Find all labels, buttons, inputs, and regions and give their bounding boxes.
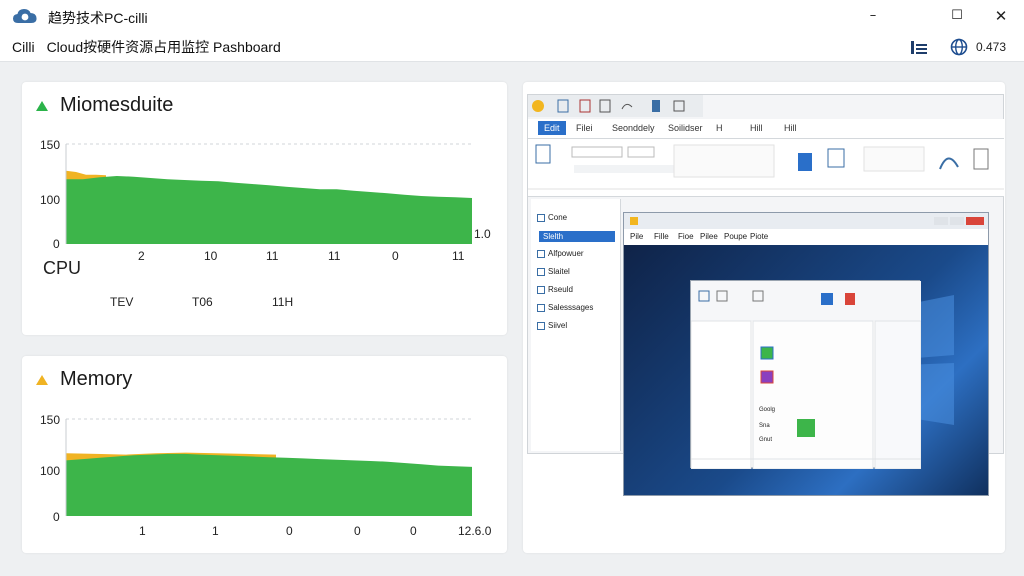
memory-x-tick: 1 — [212, 524, 219, 538]
maximize-button[interactable]: ☐ — [942, 4, 972, 28]
title-bar: 趋势技术PC-cilli – ☐ ✕ — [0, 0, 1024, 32]
nested-dialog: Goolg Sna Gnut — [690, 280, 922, 470]
inner-window-tabs: Pile Fille Fioe Pilee Poupe Piote — [624, 229, 988, 245]
folder-icon — [537, 267, 545, 276]
inner-tab[interactable]: Pilee — [700, 232, 718, 241]
inner-tab[interactable]: Piote — [750, 232, 768, 241]
cpu-axis-label: CPU — [43, 258, 82, 278]
cpu-y-tick: 150 — [40, 138, 61, 152]
memory-x-tick: 0 — [286, 524, 293, 538]
ribbon-tab[interactable]: Hill — [750, 123, 763, 133]
memory-y-tick: 0 — [53, 510, 60, 524]
memory-x-tick: 0 — [354, 524, 361, 538]
memory-card: Memory 150 100 0 1 1 0 0 0 12.6.0 — [22, 356, 507, 553]
folder-icon — [537, 249, 545, 258]
page-title-main: Cloud按硬件资源占用监控 Pashboard — [46, 39, 281, 55]
folder-icon — [537, 303, 545, 312]
inner-tab[interactable]: Fioe — [678, 232, 694, 241]
nav-item[interactable]: Salesssages — [537, 303, 593, 312]
header-value: 0.473 — [976, 40, 1007, 54]
cpu-x-tick: 0 — [392, 249, 399, 263]
cpu-sub-label: 11H — [272, 295, 294, 309]
cpu-chart — [65, 143, 472, 244]
cpu-x-tick: 11 — [266, 249, 279, 263]
cpu-x-tick: 10 — [204, 249, 218, 263]
cpu-x-tick: 11 — [452, 249, 465, 263]
folder-icon — [537, 321, 545, 330]
cpu-sub-label: T06 — [192, 295, 213, 309]
ribbon-tab[interactable]: H — [716, 123, 723, 133]
ribbon-tab[interactable]: Soilidser — [668, 123, 703, 133]
ribbon-tab[interactable]: Seonddely — [612, 123, 655, 133]
nav-item[interactable]: Alfpowuer — [537, 249, 584, 258]
folder-icon — [537, 213, 545, 222]
bar-chart-icon[interactable] — [910, 39, 928, 55]
ribbon-toolbar — [528, 139, 1004, 197]
page-title: Cilli Cloud按硬件资源占用监控 Pashboard — [12, 37, 281, 57]
cpu-x-tick: 11 — [328, 249, 341, 263]
quick-access-toolbar — [528, 95, 703, 117]
close-button[interactable]: ✕ — [986, 4, 1016, 28]
nav-item[interactable]: Cone — [537, 213, 567, 222]
ribbon-tab[interactable]: Hill — [784, 123, 797, 133]
dialog-contents — [690, 281, 922, 470]
page-title-prefix: Cilli — [12, 39, 35, 55]
inner-window-titlebar — [624, 213, 988, 229]
folder-icon — [537, 285, 545, 294]
memory-area-series-1 — [66, 453, 472, 516]
cpu-area-series-1 — [66, 176, 472, 244]
inner-tab[interactable]: Poupe — [724, 232, 747, 241]
cpu-card: Miomesduite 150 100 0 2 10 11 11 0 11 1.… — [22, 82, 507, 335]
dashboard-header: Cilli Cloud按硬件资源占用监控 Pashboard 0.473 — [0, 32, 1024, 62]
nav-item[interactable]: Slaitel — [537, 267, 570, 276]
globe-icon[interactable] — [950, 38, 968, 56]
ribbon-tabs: Edit Filei Seonddely Soilidser H Hill Hi… — [528, 119, 1004, 139]
memory-chart — [65, 418, 472, 516]
quick-access-icons — [532, 99, 685, 113]
window-title: 趋势技术PC-cilli — [48, 10, 148, 26]
memory-y-tick: 150 — [40, 413, 61, 427]
nav-item-selected[interactable]: Slelth — [539, 231, 615, 242]
nav-item[interactable]: Siivel — [537, 321, 567, 330]
memory-x-tick: 0 — [410, 524, 417, 538]
dialog-row-label: Goolg — [759, 407, 776, 413]
dialog-row-label: Sna — [759, 423, 770, 429]
inner-tab[interactable]: Pile — [630, 232, 643, 241]
navigation-pane: Cone Slelth Alfpowuer Slaitel Rseuld Sal… — [531, 199, 621, 451]
cpu-y-tick: 100 — [40, 193, 61, 207]
minimize-button[interactable]: – — [858, 4, 888, 28]
cpu-sub-label: TEV — [110, 295, 134, 309]
memory-end-label: 12.6.0 — [458, 524, 492, 538]
cloud-logo-icon — [13, 9, 37, 23]
inner-tab[interactable]: Fille — [654, 232, 669, 241]
cpu-y-tick: 0 — [53, 237, 60, 251]
memory-x-tick: 1 — [139, 524, 146, 538]
memory-y-tick: 100 — [40, 464, 61, 478]
cpu-x-tick: 2 — [138, 249, 145, 263]
ribbon-tab[interactable]: Edit — [538, 121, 566, 135]
ribbon-icons — [528, 144, 1004, 190]
dialog-row-label: Gnut — [759, 437, 773, 443]
cpu-end-label: 1.0 — [474, 227, 491, 241]
inner-window-controls — [630, 217, 984, 225]
nav-item[interactable]: Rseuld — [537, 285, 573, 294]
ribbon-tab[interactable]: Filei — [576, 123, 593, 133]
